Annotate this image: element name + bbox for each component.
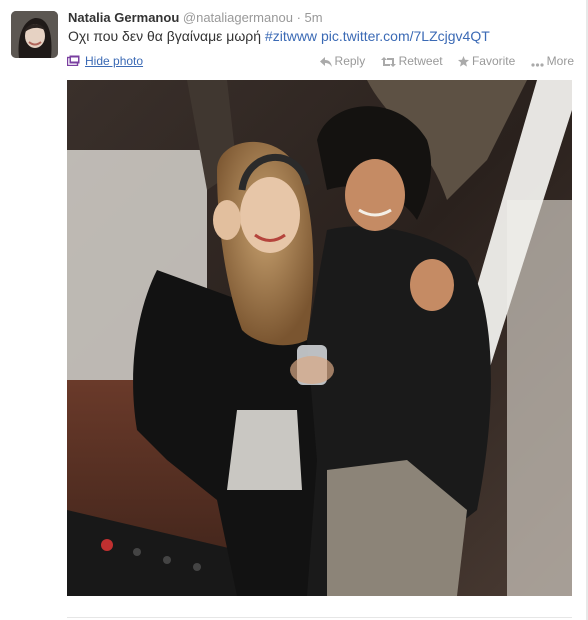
header-separator: · <box>296 10 301 25</box>
favorite-icon <box>457 56 469 67</box>
reply-icon <box>319 57 332 67</box>
tweet-text: Οχι που δεν θα βγαίναμε μωρή #zitwww pic… <box>68 27 578 45</box>
tweet-actions-row: Hide photo Reply Retweet Favorite More <box>67 53 578 69</box>
tweet-timestamp[interactable]: 5m <box>305 10 323 25</box>
avatar[interactable] <box>11 11 58 58</box>
more-label: More <box>546 54 574 68</box>
pic-link[interactable]: pic.twitter.com/7LZcjgv4QT <box>321 28 490 44</box>
photo-image <box>67 80 572 596</box>
retweet-label: Retweet <box>398 54 443 68</box>
favorite-label: Favorite <box>471 54 516 68</box>
retweet-icon <box>380 57 396 67</box>
retweet-button[interactable]: Retweet <box>380 54 446 68</box>
tweet-text-main: Οχι που δεν θα βγαίναμε μωρή <box>68 28 265 44</box>
hashtag-link[interactable]: #zitwww <box>265 28 317 44</box>
photo-icon <box>67 55 80 66</box>
tweet-header: Natalia Germanou @nataliagermanou · 5m <box>68 9 578 26</box>
favorite-button[interactable]: Favorite <box>457 54 519 68</box>
reply-label: Reply <box>334 54 366 68</box>
hide-photo-button[interactable]: Hide photo <box>67 53 143 69</box>
reply-button[interactable]: Reply <box>319 54 369 68</box>
author-name[interactable]: Natalia Germanou <box>68 10 179 25</box>
tweet-divider <box>67 617 572 618</box>
more-button[interactable]: More <box>531 54 574 68</box>
more-icon <box>531 63 544 67</box>
hide-photo-label: Hide photo <box>85 54 144 68</box>
tweet-photo[interactable] <box>67 80 572 596</box>
author-handle[interactable]: @nataliagermanou <box>183 10 293 25</box>
tweet-action-bar: Reply Retweet Favorite More <box>308 53 574 69</box>
